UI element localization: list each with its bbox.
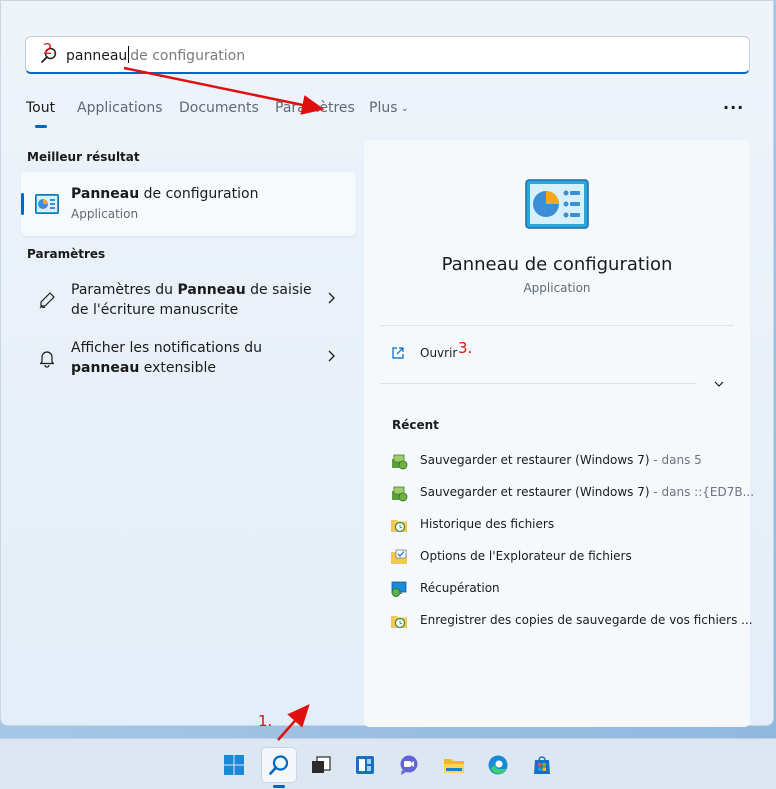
best-result-title-bold: Panneau — [71, 186, 140, 202]
store-button[interactable] — [524, 747, 560, 783]
start-button[interactable] — [216, 747, 252, 783]
recent-item-label: Récupération — [420, 581, 500, 595]
tab-settings[interactable]: Paramètres — [275, 100, 355, 116]
tab-documents[interactable]: Documents — [179, 100, 259, 116]
file-explorer-icon — [444, 759, 464, 773]
settings-item-notifications-label: Afficher les notifications du panneau ext… — [71, 338, 262, 378]
recent-item-label: Sauvegarder et restaurer (Windows 7) - d… — [420, 485, 754, 499]
chevron-down-icon[interactable] — [713, 378, 725, 390]
recent-item-title: Sauvegarder et restaurer (Windows 7) — [420, 453, 650, 467]
open-external-icon — [392, 347, 404, 359]
search-suggestion-text: de configuration — [130, 48, 246, 64]
recent-item-label: Historique des fichiers — [420, 517, 554, 531]
tab-all[interactable]: Tout — [26, 100, 55, 116]
recent-item-label: Options de l'Explorateur de fichiers — [420, 549, 632, 563]
tab-more-label: Plus — [369, 100, 398, 116]
recent-item-title: Enregistrer des copies de sauvegarde de … — [420, 613, 753, 627]
recent-item-location: - dans ::{ED7B... — [649, 485, 755, 499]
recent-item-title: Options de l'Explorateur de fichiers — [420, 549, 632, 563]
search-input[interactable]: panneau de configuration — [66, 46, 245, 64]
annotation-step-1: 1. — [258, 712, 273, 730]
recent-item-title: Récupération — [420, 581, 500, 595]
settings-item-text: Paramètres du — [71, 282, 178, 298]
recent-item[interactable]: Historique des fichiers — [390, 514, 730, 536]
divider — [380, 325, 734, 326]
search-box[interactable]: panneau de configuration — [25, 36, 750, 74]
file-explorer-button[interactable] — [436, 747, 472, 783]
details-pane: Panneau de configuration Application Ouv… — [364, 140, 754, 727]
search-icon — [269, 755, 289, 775]
chevron-right-icon — [328, 292, 335, 304]
task-view-icon — [312, 756, 331, 773]
settings-item-notifications[interactable]: Afficher les notifications du panneau ext… — [21, 333, 356, 383]
settings-item-handwriting[interactable]: Paramètres du Panneau de saisie de l'écri… — [21, 275, 356, 325]
recent-item-label: Enregistrer des copies de sauvegarde de … — [420, 613, 753, 627]
divider — [380, 383, 696, 384]
chat-button[interactable] — [391, 747, 427, 783]
recent-item-title: Sauvegarder et restaurer (Windows 7) — [420, 485, 650, 499]
settings-item-text: Afficher les notifications du — [71, 340, 262, 356]
widgets-button[interactable] — [347, 747, 383, 783]
file-history-icon — [390, 516, 408, 534]
chat-icon — [400, 755, 418, 775]
recent-item-title: Historique des fichiers — [420, 517, 555, 531]
best-result-subtitle: Application — [71, 207, 139, 221]
settings-item-text: extensible — [139, 360, 216, 376]
settings-item-bold-text: Panneau — [177, 282, 246, 298]
details-subtitle: Application — [523, 281, 591, 295]
annotation-step-3: 3. — [458, 339, 473, 357]
control-panel-icon — [35, 194, 59, 214]
chevron-right-icon — [328, 350, 335, 362]
active-tab-indicator — [35, 125, 47, 128]
details-title: Panneau de configuration — [441, 254, 673, 275]
taskbar-search-button[interactable] — [261, 747, 297, 783]
best-result-item[interactable]: Panneau de configuration Application — [21, 172, 356, 236]
store-icon — [534, 756, 550, 774]
taskbar — [0, 738, 776, 789]
windows-start-icon — [224, 755, 244, 775]
backup-icon — [390, 452, 408, 470]
open-button-label: Ouvrir — [420, 346, 458, 360]
best-result-heading: Meilleur résultat — [27, 150, 140, 164]
widgets-icon — [356, 756, 374, 774]
recent-item[interactable]: Sauvegarder et restaurer (Windows 7) - d… — [390, 450, 730, 472]
annotation-step-2: 2. — [43, 40, 58, 58]
control-panel-large-icon — [525, 179, 589, 229]
settings-item-handwriting-label: Paramètres du Panneau de saisie de l'écri… — [71, 280, 312, 320]
recent-item-label: Sauvegarder et restaurer (Windows 7) - d… — [420, 453, 702, 467]
selection-indicator — [21, 193, 24, 215]
settings-item-text: de l'écriture manuscrite — [71, 302, 239, 318]
recent-item[interactable]: Sauvegarder et restaurer (Windows 7) - d… — [390, 482, 754, 504]
best-result-title: Panneau de configuration — [71, 186, 258, 202]
search-typed-text: panneau — [66, 48, 128, 64]
edge-icon — [488, 755, 508, 775]
settings-item-bold-text: panneau — [71, 360, 140, 376]
settings-item-text: de saisie — [245, 282, 312, 298]
search-panel: panneau de configuration Tout Application… — [0, 0, 774, 727]
recent-item[interactable]: Options de l'Explorateur de fichiers — [390, 546, 730, 568]
file-history-icon — [390, 612, 408, 630]
more-options-icon[interactable]: ··· — [723, 98, 744, 117]
recent-heading: Récent — [392, 418, 439, 432]
recent-item[interactable]: Enregistrer des copies de sauvegarde de … — [390, 610, 753, 632]
tab-applications[interactable]: Applications — [77, 100, 163, 116]
tab-more[interactable]: Plus ⌄ — [369, 100, 409, 116]
recent-item-location: - dans 5 — [649, 453, 702, 467]
task-view-button[interactable] — [303, 747, 339, 783]
folder-options-icon — [390, 548, 408, 566]
pen-icon — [39, 292, 55, 309]
backup-icon — [390, 484, 408, 502]
bell-icon — [39, 351, 55, 368]
chevron-down-icon: ⌄ — [400, 103, 409, 114]
recent-item[interactable]: Récupération — [390, 578, 730, 600]
recovery-icon — [390, 580, 408, 598]
edge-button[interactable] — [480, 747, 516, 783]
settings-heading: Paramètres — [27, 247, 106, 261]
best-result-title-rest: de configuration — [139, 186, 259, 202]
